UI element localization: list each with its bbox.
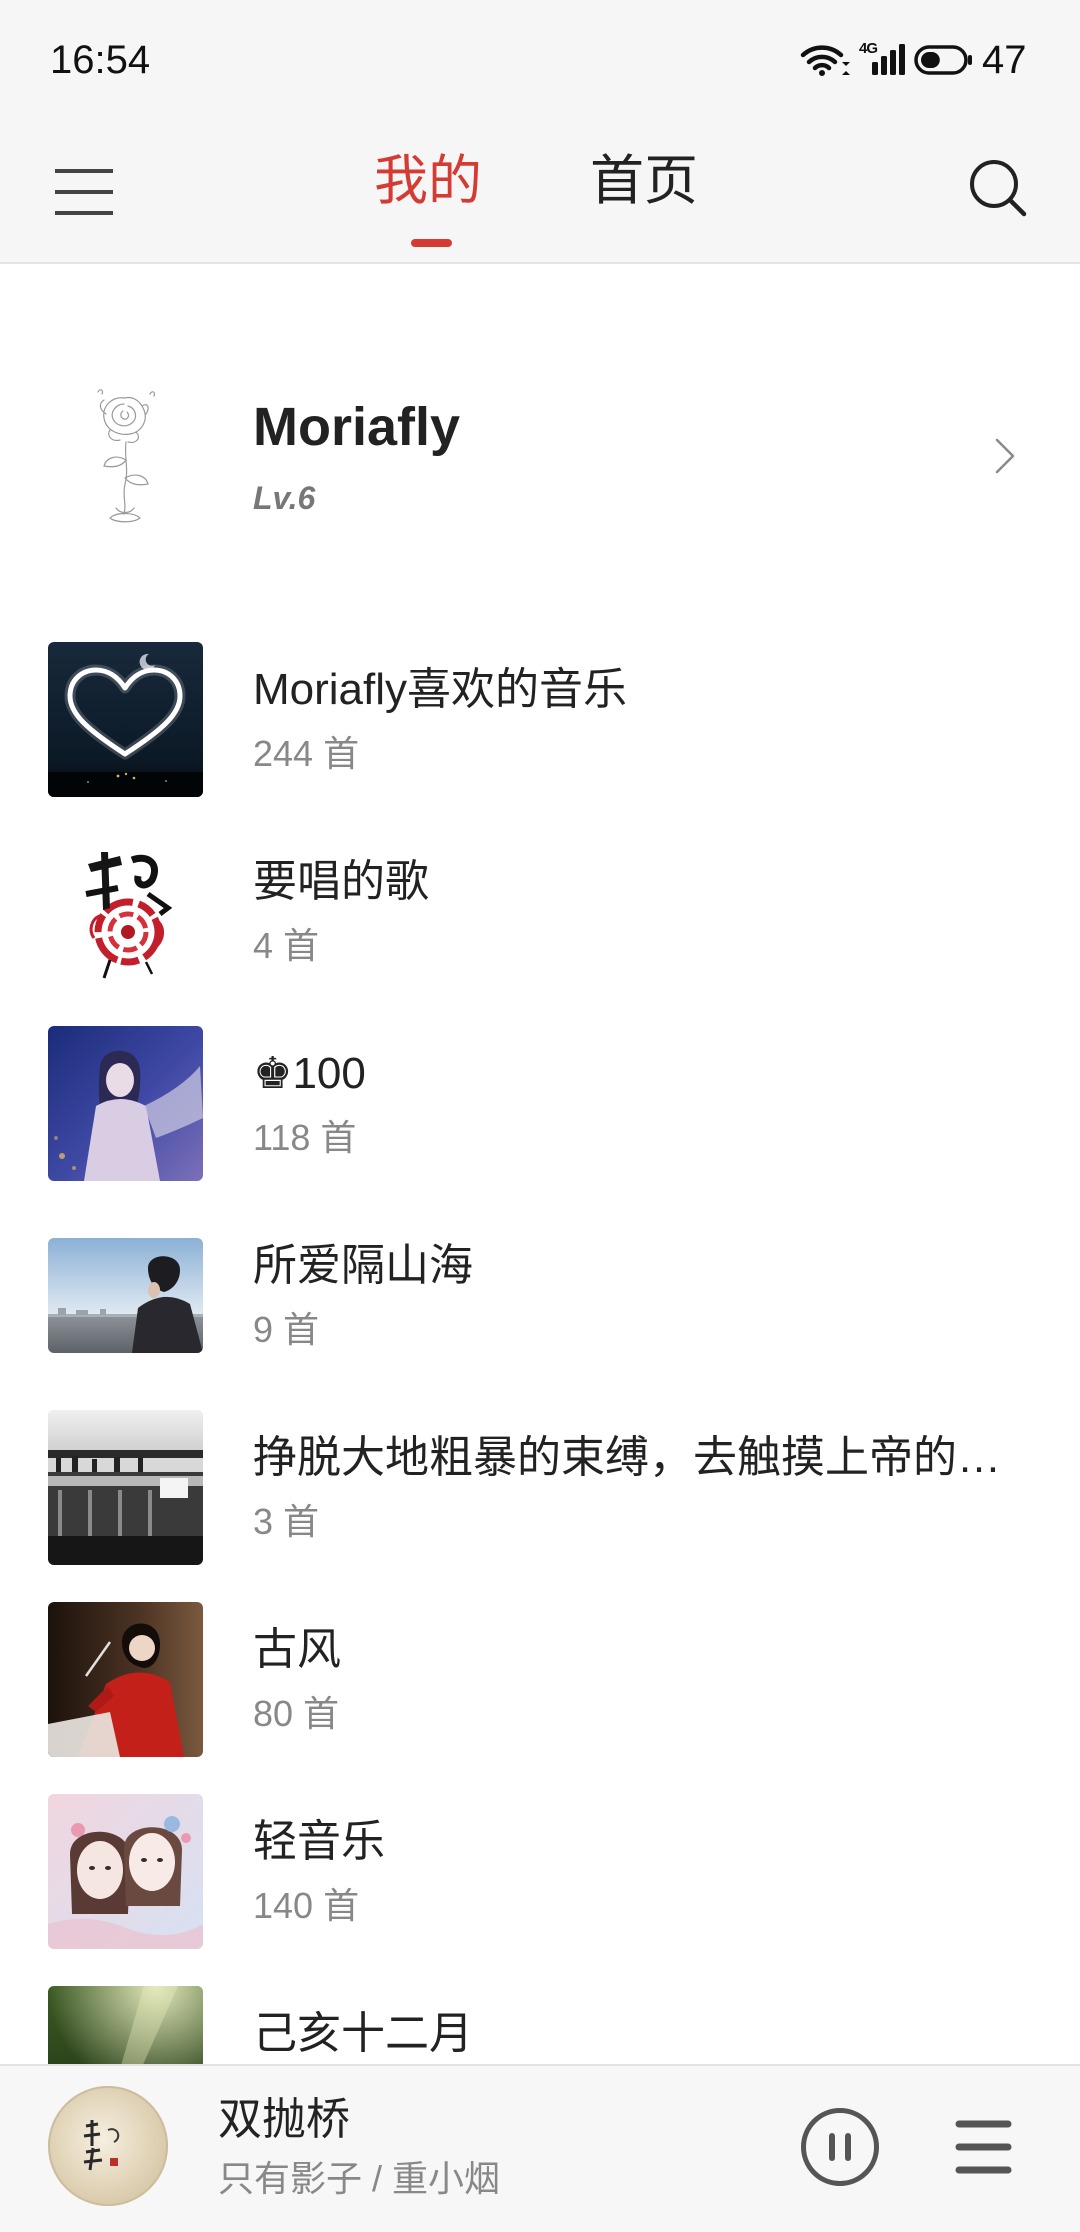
playlist-title: 挣脱大地粗暴的束缚，去触摸上帝的… — [253, 1433, 1001, 1482]
playlist-item[interactable]: 所爱隔山海 9 首 — [0, 1199, 1080, 1391]
playlist-icon[interactable] — [955, 2119, 1012, 2175]
playlist-count: 118 首 — [253, 1117, 357, 1158]
playlist-title: 要唱的歌 — [253, 857, 429, 906]
profile-name: Moriafly — [253, 397, 461, 457]
playlist-cover-box — [48, 1410, 203, 1565]
playlist-item[interactable]: 挣脱大地粗暴的束缚，去触摸上帝的… 3 首 — [0, 1391, 1080, 1583]
album-art — [48, 2086, 168, 2206]
playlist-count: 244 首 — [253, 733, 360, 774]
playlist-cover-box — [48, 642, 203, 797]
top-bar: 16:54 4G 47 我的 首页 — [0, 0, 1080, 264]
chevron-right-icon — [995, 438, 1015, 474]
tab-mine-label: 我的 — [374, 151, 482, 211]
playlist-count: 4 首 — [253, 925, 320, 966]
playlist-title: 古风 — [253, 1625, 341, 1674]
playlist-item[interactable]: 古风 80 首 — [0, 1583, 1080, 1775]
playlist-cover-box — [48, 1986, 203, 2064]
now-playing-artist: 只有影子 / 重小烟 — [218, 2158, 501, 2199]
playlist-item[interactable]: ♚100 118 首 — [0, 1007, 1080, 1199]
now-playing-title: 双抛桥 — [218, 2095, 350, 2144]
playlist-cover — [48, 834, 203, 989]
playlist-item[interactable]: 己亥十二月 — [0, 1967, 1080, 2064]
playlist-title: 所爱隔山海 — [253, 1241, 473, 1290]
playlist-item[interactable]: 要唱的歌 4 首 — [0, 815, 1080, 1007]
battery-level: 47 — [982, 38, 1027, 82]
battery-icon — [914, 45, 972, 75]
playlist-list: Moriafly喜欢的音乐 244 首 要唱的歌 4 首 ♚100 118 首 … — [0, 623, 1080, 2064]
playlist-title: ♚100 — [253, 1049, 366, 1098]
playlist-cover — [48, 642, 203, 797]
playlist-cover-box — [48, 1794, 203, 1949]
avatar — [97, 389, 156, 523]
mini-player[interactable]: 双抛桥 只有影子 / 重小烟 — [0, 2064, 1080, 2232]
pause-icon[interactable] — [800, 2107, 880, 2187]
playlist-cover — [48, 1026, 203, 1181]
playlist-count: 140 首 — [253, 1885, 360, 1926]
profile-level: Lv.6 — [253, 480, 316, 516]
active-tab-indicator — [411, 239, 452, 247]
playlist-cover — [48, 1238, 203, 1353]
search-icon[interactable] — [960, 150, 1032, 222]
tab-home-label: 首页 — [590, 151, 698, 211]
playlist-item[interactable]: 轻音乐 140 首 — [0, 1775, 1080, 1967]
playlist-count: 3 首 — [253, 1501, 320, 1542]
playlist-title: Moriafly喜欢的音乐 — [253, 665, 628, 714]
playlist-cover-box — [48, 1602, 203, 1757]
playlist-title: 己亥十二月 — [253, 2009, 473, 2058]
signal-icon — [872, 44, 905, 75]
playlist-cover-box — [48, 1026, 203, 1181]
menu-icon[interactable] — [54, 168, 114, 216]
playlist-cover-box — [48, 834, 203, 989]
playlist-count: 9 首 — [253, 1309, 320, 1350]
wifi-icon — [800, 45, 850, 76]
playlist-cover-box — [48, 1218, 203, 1373]
profile-card[interactable]: Moriafly Lv.6 — [0, 264, 1080, 604]
playlist-cover — [48, 1794, 203, 1949]
status-time: 16:54 — [50, 38, 151, 82]
playlist-count: 80 首 — [253, 1693, 340, 1734]
playlist-cover — [48, 1602, 203, 1757]
tab-mine[interactable]: 我的 — [374, 150, 482, 212]
playlist-item[interactable]: Moriafly喜欢的音乐 244 首 — [0, 623, 1080, 815]
tab-home[interactable]: 首页 — [590, 150, 698, 212]
playlist-title: 轻音乐 — [253, 1817, 385, 1866]
playlist-cover — [48, 1410, 203, 1565]
playlist-cover — [48, 1986, 203, 2064]
